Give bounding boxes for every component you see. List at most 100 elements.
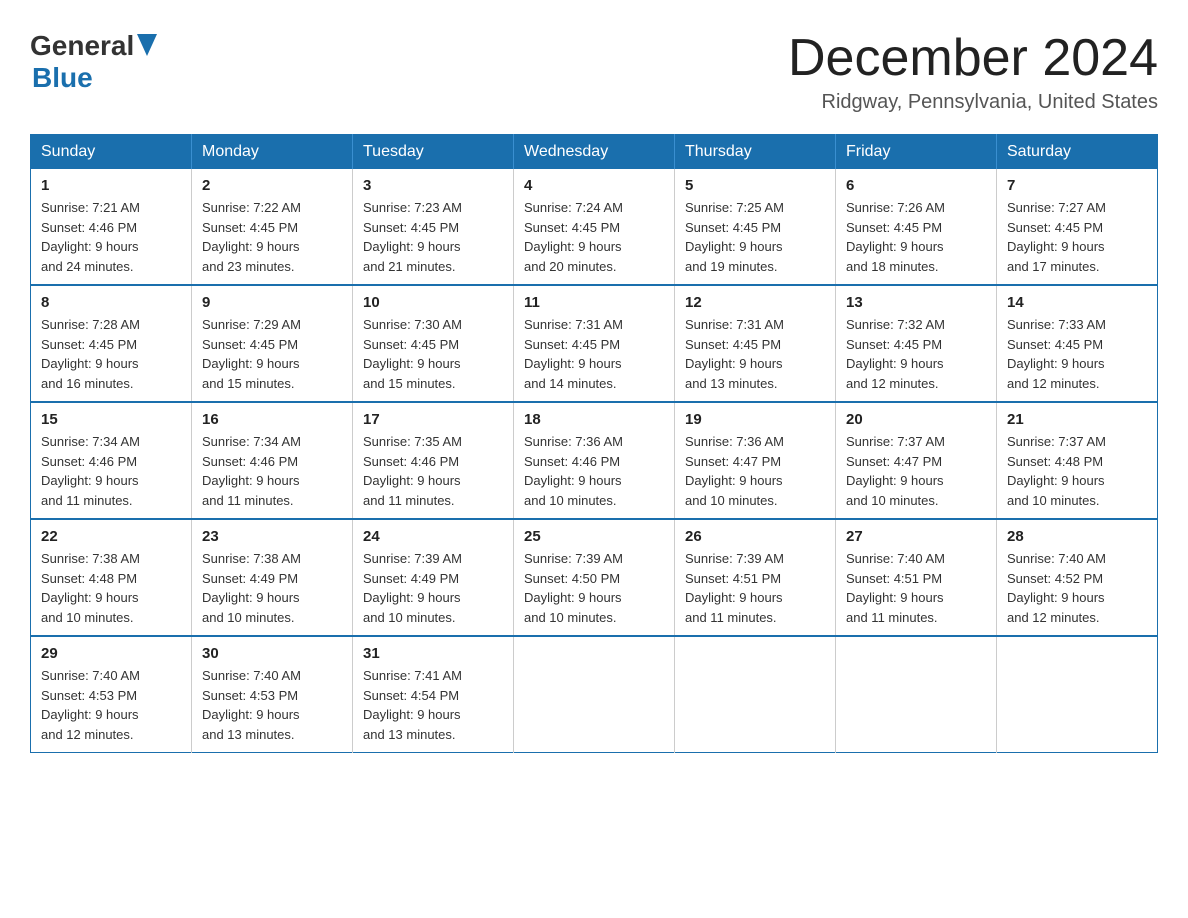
day-cell-14: 14 Sunrise: 7:33 AMSunset: 4:45 PMDayligh… — [997, 285, 1158, 402]
day-cell-15: 15 Sunrise: 7:34 AMSunset: 4:46 PMDayligh… — [31, 402, 192, 519]
day-cell-10: 10 Sunrise: 7:30 AMSunset: 4:45 PMDayligh… — [353, 285, 514, 402]
day-info: Sunrise: 7:25 AMSunset: 4:45 PMDaylight:… — [685, 198, 825, 276]
week-row-1: 1Sunrise: 7:21 AMSunset: 4:46 PMDaylight… — [31, 169, 1158, 285]
day-number: 28 — [1007, 528, 1147, 545]
day-number: 8 — [41, 294, 181, 311]
day-number: 13 — [846, 294, 986, 311]
day-cell-4: 4 Sunrise: 7:24 AMSunset: 4:45 PMDaylight… — [514, 169, 675, 285]
day-info: Sunrise: 7:39 AMSunset: 4:51 PMDaylight:… — [685, 549, 825, 627]
day-info: Sunrise: 7:38 AMSunset: 4:49 PMDaylight:… — [202, 549, 342, 627]
day-cell-9: 9Sunrise: 7:29 AMSunset: 4:45 PMDaylight… — [192, 285, 353, 402]
day-info: Sunrise: 7:27 AMSunset: 4:45 PMDaylight:… — [1007, 198, 1147, 276]
day-number: 25 — [524, 528, 664, 545]
weekday-header-row: SundayMondayTuesdayWednesdayThursdayFrid… — [31, 135, 1158, 170]
day-cell-20: 20 Sunrise: 7:37 AMSunset: 4:47 PMDayligh… — [836, 402, 997, 519]
day-cell-31: 31 Sunrise: 7:41 AMSunset: 4:54 PMDayligh… — [353, 636, 514, 753]
day-info: Sunrise: 7:31 AMSunset: 4:45 PMDaylight:… — [685, 315, 825, 393]
day-number: 11 — [524, 294, 664, 311]
day-info: Sunrise: 7:40 AMSunset: 4:53 PMDaylight:… — [41, 666, 181, 744]
day-number: 9 — [202, 294, 342, 311]
day-number: 7 — [1007, 177, 1147, 194]
weekday-header-tuesday: Tuesday — [353, 135, 514, 170]
day-cell-6: 6 Sunrise: 7:26 AMSunset: 4:45 PMDaylight… — [836, 169, 997, 285]
page-header: General Blue December 2024 Ridgway, Penn… — [30, 30, 1158, 114]
day-info: Sunrise: 7:37 AMSunset: 4:48 PMDaylight:… — [1007, 432, 1147, 510]
week-row-4: 22 Sunrise: 7:38 AMSunset: 4:48 PMDayligh… — [31, 519, 1158, 636]
day-number: 26 — [685, 528, 825, 545]
empty-cell — [836, 636, 997, 753]
empty-cell — [675, 636, 836, 753]
weekday-header-wednesday: Wednesday — [514, 135, 675, 170]
day-number: 30 — [202, 645, 342, 662]
day-cell-18: 18 Sunrise: 7:36 AMSunset: 4:46 PMDayligh… — [514, 402, 675, 519]
day-info: Sunrise: 7:26 AMSunset: 4:45 PMDaylight:… — [846, 198, 986, 276]
day-cell-21: 21 Sunrise: 7:37 AMSunset: 4:48 PMDayligh… — [997, 402, 1158, 519]
day-info: Sunrise: 7:38 AMSunset: 4:48 PMDaylight:… — [41, 549, 181, 627]
day-info: Sunrise: 7:32 AMSunset: 4:45 PMDaylight:… — [846, 315, 986, 393]
day-cell-23: 23 Sunrise: 7:38 AMSunset: 4:49 PMDayligh… — [192, 519, 353, 636]
day-info: Sunrise: 7:23 AMSunset: 4:45 PMDaylight:… — [363, 198, 503, 276]
day-cell-12: 12 Sunrise: 7:31 AMSunset: 4:45 PMDayligh… — [675, 285, 836, 402]
day-cell-7: 7 Sunrise: 7:27 AMSunset: 4:45 PMDaylight… — [997, 169, 1158, 285]
day-info: Sunrise: 7:39 AMSunset: 4:49 PMDaylight:… — [363, 549, 503, 627]
day-info: Sunrise: 7:33 AMSunset: 4:45 PMDaylight:… — [1007, 315, 1147, 393]
day-number: 6 — [846, 177, 986, 194]
logo-general-text: General — [30, 30, 134, 62]
day-cell-16: 16 Sunrise: 7:34 AMSunset: 4:46 PMDayligh… — [192, 402, 353, 519]
day-number: 3 — [363, 177, 503, 194]
day-number: 24 — [363, 528, 503, 545]
day-number: 27 — [846, 528, 986, 545]
day-info: Sunrise: 7:40 AMSunset: 4:52 PMDaylight:… — [1007, 549, 1147, 627]
day-cell-24: 24 Sunrise: 7:39 AMSunset: 4:49 PMDayligh… — [353, 519, 514, 636]
location-subtitle: Ridgway, Pennsylvania, United States — [788, 91, 1158, 114]
day-info: Sunrise: 7:36 AMSunset: 4:46 PMDaylight:… — [524, 432, 664, 510]
day-info: Sunrise: 7:31 AMSunset: 4:45 PMDaylight:… — [524, 315, 664, 393]
day-number: 12 — [685, 294, 825, 311]
day-info: Sunrise: 7:30 AMSunset: 4:45 PMDaylight:… — [363, 315, 503, 393]
day-number: 10 — [363, 294, 503, 311]
day-number: 16 — [202, 411, 342, 428]
weekday-header-friday: Friday — [836, 135, 997, 170]
day-cell-25: 25 Sunrise: 7:39 AMSunset: 4:50 PMDayligh… — [514, 519, 675, 636]
logo-blue-text: Blue — [32, 62, 93, 94]
day-info: Sunrise: 7:34 AMSunset: 4:46 PMDaylight:… — [41, 432, 181, 510]
day-info: Sunrise: 7:34 AMSunset: 4:46 PMDaylight:… — [202, 432, 342, 510]
day-info: Sunrise: 7:37 AMSunset: 4:47 PMDaylight:… — [846, 432, 986, 510]
day-cell-30: 30 Sunrise: 7:40 AMSunset: 4:53 PMDayligh… — [192, 636, 353, 753]
logo: General Blue — [30, 30, 157, 94]
title-block: December 2024 Ridgway, Pennsylvania, Uni… — [788, 30, 1158, 114]
day-number: 14 — [1007, 294, 1147, 311]
day-info: Sunrise: 7:39 AMSunset: 4:50 PMDaylight:… — [524, 549, 664, 627]
calendar-table: SundayMondayTuesdayWednesdayThursdayFrid… — [30, 134, 1158, 753]
day-number: 15 — [41, 411, 181, 428]
weekday-header-sunday: Sunday — [31, 135, 192, 170]
day-info: Sunrise: 7:28 AMSunset: 4:45 PMDaylight:… — [41, 315, 181, 393]
day-info: Sunrise: 7:21 AMSunset: 4:46 PMDaylight:… — [41, 198, 181, 276]
day-cell-8: 8 Sunrise: 7:28 AMSunset: 4:45 PMDaylight… — [31, 285, 192, 402]
month-title: December 2024 — [788, 30, 1158, 87]
day-number: 4 — [524, 177, 664, 194]
weekday-header-monday: Monday — [192, 135, 353, 170]
day-number: 20 — [846, 411, 986, 428]
logo-arrow-icon — [137, 34, 157, 61]
day-cell-19: 19Sunrise: 7:36 AMSunset: 4:47 PMDayligh… — [675, 402, 836, 519]
day-number: 22 — [41, 528, 181, 545]
day-cell-3: 3 Sunrise: 7:23 AMSunset: 4:45 PMDaylight… — [353, 169, 514, 285]
day-cell-11: 11 Sunrise: 7:31 AMSunset: 4:45 PMDayligh… — [514, 285, 675, 402]
day-info: Sunrise: 7:40 AMSunset: 4:53 PMDaylight:… — [202, 666, 342, 744]
day-info: Sunrise: 7:24 AMSunset: 4:45 PMDaylight:… — [524, 198, 664, 276]
day-number: 31 — [363, 645, 503, 662]
day-cell-5: 5Sunrise: 7:25 AMSunset: 4:45 PMDaylight… — [675, 169, 836, 285]
day-number: 18 — [524, 411, 664, 428]
week-row-2: 8 Sunrise: 7:28 AMSunset: 4:45 PMDaylight… — [31, 285, 1158, 402]
week-row-3: 15 Sunrise: 7:34 AMSunset: 4:46 PMDayligh… — [31, 402, 1158, 519]
empty-cell — [514, 636, 675, 753]
day-number: 23 — [202, 528, 342, 545]
day-info: Sunrise: 7:41 AMSunset: 4:54 PMDaylight:… — [363, 666, 503, 744]
day-info: Sunrise: 7:36 AMSunset: 4:47 PMDaylight:… — [685, 432, 825, 510]
empty-cell — [997, 636, 1158, 753]
day-info: Sunrise: 7:22 AMSunset: 4:45 PMDaylight:… — [202, 198, 342, 276]
day-number: 29 — [41, 645, 181, 662]
weekday-header-thursday: Thursday — [675, 135, 836, 170]
day-number: 21 — [1007, 411, 1147, 428]
